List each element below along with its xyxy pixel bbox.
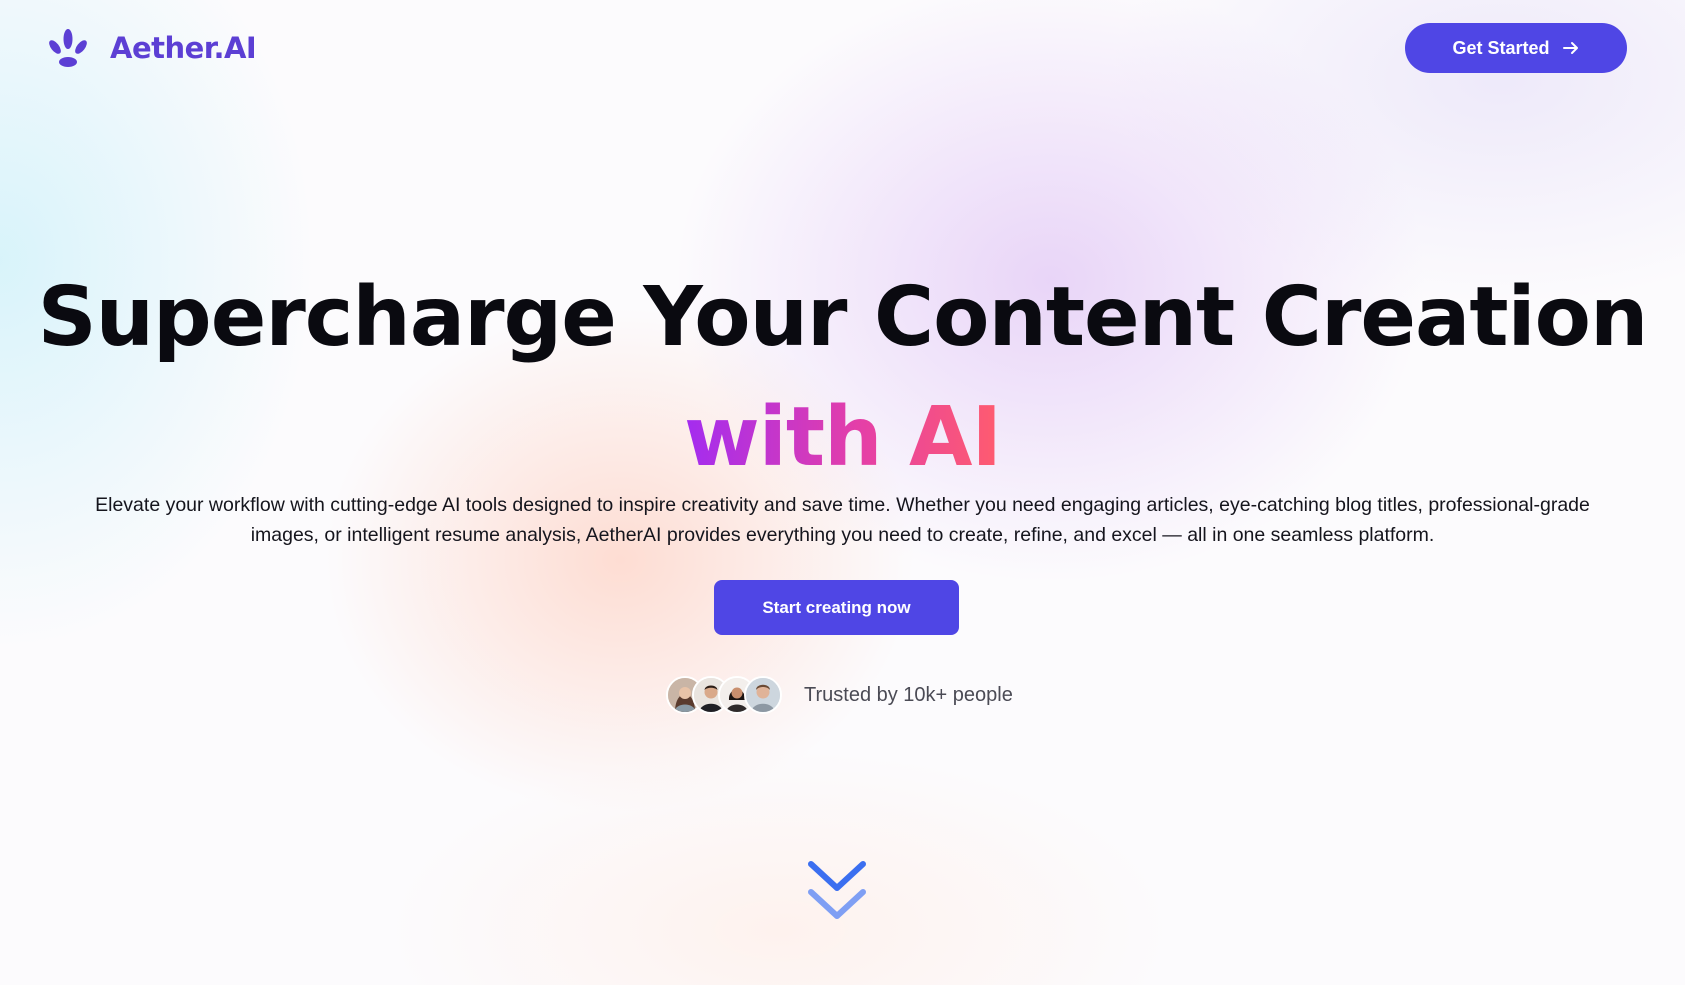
avatar — [744, 676, 782, 714]
scroll-down-indicator[interactable] — [802, 858, 872, 928]
trusted-text: Trusted by 10k+ people — [804, 683, 1013, 706]
start-creating-button[interactable]: Start creating now — [714, 580, 959, 635]
chevrons-down-icon — [806, 858, 868, 929]
hero-title-gradient-text: with AI — [684, 390, 1002, 485]
lotus-icon — [44, 24, 92, 72]
hero-description: Elevate your workflow with cutting-edge … — [95, 494, 1590, 546]
get-started-button[interactable]: Get Started — [1405, 23, 1627, 73]
avatar-stack — [666, 676, 782, 714]
brand-name: Aether.AI — [110, 31, 257, 65]
arrow-right-icon — [1562, 39, 1580, 57]
hero-title: Supercharge Your Content Creation — [37, 270, 1649, 365]
site-header: Aether.AI Get Started — [0, 0, 1685, 96]
hero-title-highlight: with AI — [0, 388, 1685, 488]
brand[interactable]: Aether.AI — [44, 22, 257, 74]
trusted-by: Trusted by 10k+ people — [666, 675, 1013, 715]
get-started-label: Get Started — [1452, 37, 1550, 58]
page: Aether.AI Get Started Supercharge Your C… — [0, 0, 1685, 985]
